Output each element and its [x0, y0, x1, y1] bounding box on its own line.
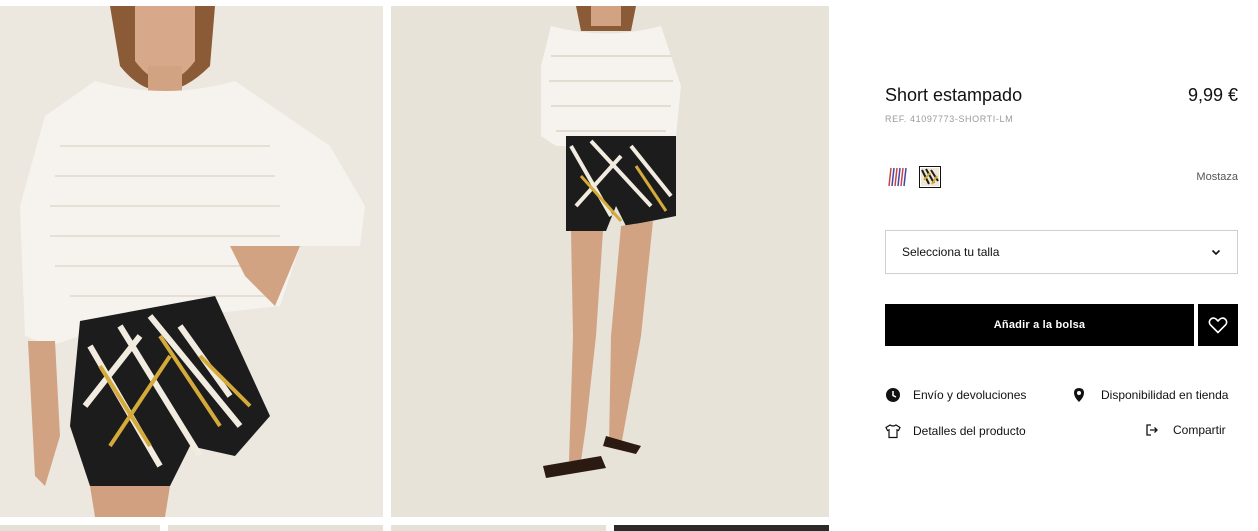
color-swatch-multicolor[interactable]: [887, 166, 909, 188]
size-select[interactable]: Selecciona tu talla: [885, 230, 1238, 274]
location-pin-icon: [1074, 388, 1084, 402]
product-info-panel: Short estampado 9,99 € REF. 41097773-SHO…: [885, 0, 1258, 531]
share-label: Compartir: [1173, 423, 1226, 437]
thumbnail-2[interactable]: [168, 525, 383, 531]
thumbnail-1[interactable]: [0, 525, 160, 531]
thumbnail-4[interactable]: [614, 525, 829, 531]
tshirt-icon: [885, 424, 901, 439]
favorite-button[interactable]: [1198, 304, 1238, 346]
selected-color-name: Mostaza: [1196, 171, 1238, 183]
clock-icon: [886, 388, 900, 402]
shipping-returns-link[interactable]: Envío y devoluciones: [885, 387, 1026, 403]
shipping-returns-label: Envío y devoluciones: [913, 388, 1027, 402]
product-price: 9,99 €: [1187, 85, 1238, 105]
store-availability-link[interactable]: Disponibilidad en tienda: [1071, 387, 1228, 403]
heart-icon: [1208, 317, 1228, 334]
share-icon: [1146, 424, 1158, 436]
product-title: Short estampado: [885, 85, 1023, 105]
product-photo-2[interactable]: [391, 6, 829, 517]
product-details-link[interactable]: Detalles del producto: [885, 423, 1026, 439]
share-link[interactable]: Compartir: [1145, 423, 1226, 437]
product-photo-1[interactable]: [0, 6, 383, 517]
thumbnail-3[interactable]: [391, 525, 606, 531]
color-swatch-mostaza[interactable]: [919, 166, 941, 188]
add-to-bag-button[interactable]: Añadir a la bolsa: [885, 304, 1194, 346]
size-select-label: Selecciona tu talla: [902, 245, 1000, 259]
chevron-down-icon: [1211, 249, 1221, 256]
product-details-label: Detalles del producto: [913, 424, 1026, 438]
product-reference: REF. 41097773-SHORTI-LM: [885, 114, 1014, 124]
store-availability-label: Disponibilidad en tienda: [1101, 388, 1229, 402]
